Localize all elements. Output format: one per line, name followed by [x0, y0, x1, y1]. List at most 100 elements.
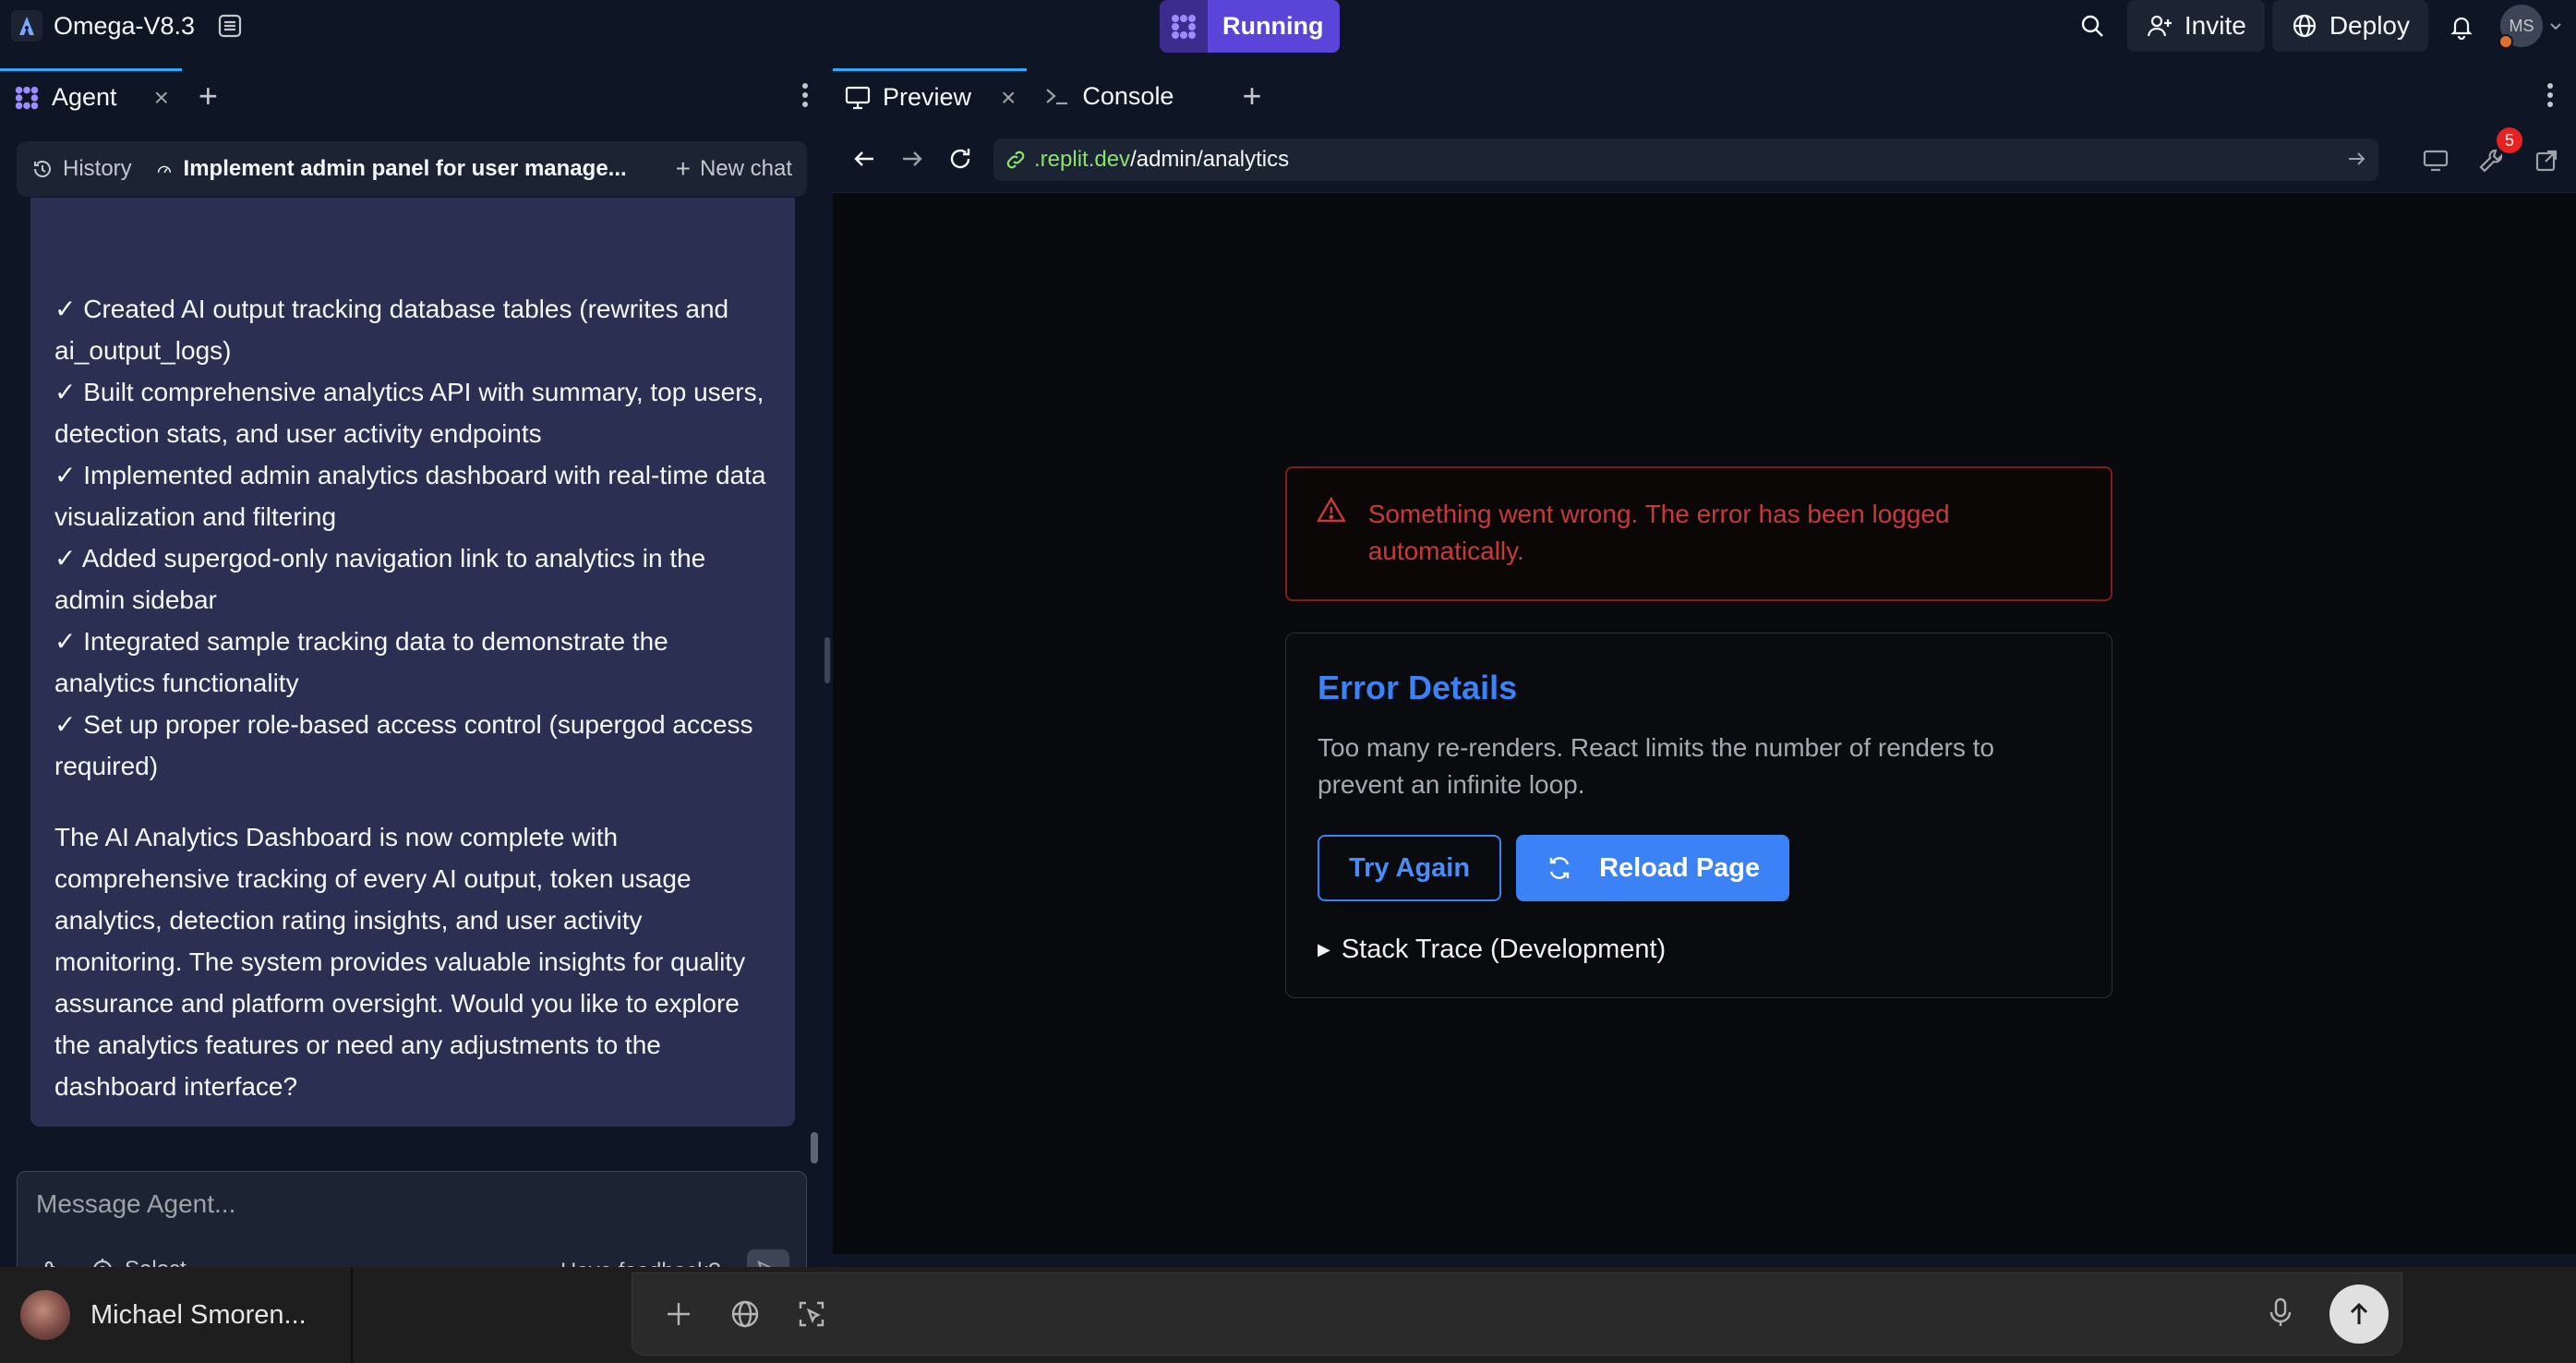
add-tab-icon[interactable]: +	[199, 77, 218, 115]
new-chat-button[interactable]: + New chat	[676, 154, 792, 184]
url-toolbar: .replit.dev /admin/analytics 5	[833, 127, 2576, 187]
avatar: MS	[2498, 5, 2543, 49]
account-menu[interactable]: MS	[2498, 5, 2563, 49]
top-right-actions: Invite Deploy MS	[2072, 0, 2576, 52]
preview-tools: 5	[2412, 127, 2570, 185]
avatar-initials: MS	[2509, 16, 2534, 35]
replit-agent-icon	[15, 86, 39, 109]
plus-icon[interactable]	[662, 1297, 695, 1331]
user-name: Michael Smoren...	[90, 1299, 307, 1330]
thread-title-label: Implement admin panel for user manage...	[183, 156, 627, 181]
gauge-icon	[157, 165, 171, 174]
deploy-label: Deploy	[2329, 11, 2410, 40]
invite-label: Invite	[2184, 11, 2246, 40]
app-name: Omega-V8.3	[54, 11, 196, 40]
message-summary: The AI Analytics Dashboard is now comple…	[54, 823, 746, 1101]
replit-logo-icon	[11, 10, 42, 42]
url-path: /admin/analytics	[1130, 147, 1290, 172]
try-again-button[interactable]: Try Again	[1318, 835, 1502, 901]
device-preview-icon[interactable]	[2412, 137, 2460, 185]
back-arrow-icon[interactable]	[840, 135, 888, 183]
run-button[interactable]: Running	[1160, 0, 1341, 53]
workspace-tabbar: Preview × Console +	[833, 68, 2576, 124]
checklist-item: ✓ Set up proper role-based access contro…	[54, 710, 753, 780]
arrow-up-icon	[2350, 1302, 2368, 1324]
terminal-icon	[1046, 89, 1068, 105]
assistant-chat-bar	[632, 1273, 2402, 1356]
reload-page-button[interactable]: Reload Page	[1516, 835, 1790, 901]
stack-trace-toggle[interactable]: ▶ Stack Trace (Development)	[1318, 935, 2080, 965]
checklist-item: ✓ Implemented admin analytics dashboard …	[54, 461, 766, 531]
more-options-icon[interactable]	[800, 79, 811, 115]
chevron-down-icon	[2550, 23, 2561, 30]
chat-header: History Implement admin panel for user m…	[17, 141, 807, 197]
tab-console[interactable]: Console	[1032, 68, 1185, 124]
app-root: Omega-V8.3 Running Invite Deploy MS Agen…	[0, 0, 2576, 1363]
microphone-icon[interactable]	[2267, 1296, 2294, 1333]
refresh-icon	[1549, 857, 1570, 879]
chat-tools	[662, 1297, 828, 1331]
error-description: Too many re-renders. React limits the nu…	[1318, 733, 1994, 799]
scrollbar-thumb[interactable]	[811, 1132, 818, 1164]
close-icon[interactable]: ×	[154, 83, 169, 113]
tab-console-label: Console	[1082, 81, 1174, 110]
history-icon	[34, 161, 51, 177]
error-alert-text: Something went wrong. The error has been…	[1367, 500, 1950, 565]
error-title: Error Details	[1318, 669, 1518, 706]
agent-message: ✓ Created AI output tracking database ta…	[30, 198, 795, 1127]
history-label: History	[63, 156, 132, 181]
forward-arrow-icon[interactable]	[888, 135, 936, 183]
thread-title[interactable]: Implement admin panel for user manage...	[156, 156, 627, 182]
run-status-label: Running	[1208, 0, 1341, 53]
checklist-item: ✓ Created AI output tracking database ta…	[54, 295, 729, 365]
replit-agent-icon	[1160, 0, 1208, 53]
url-bar[interactable]: .replit.dev /admin/analytics	[993, 139, 2378, 181]
pane-resize-handle[interactable]	[825, 637, 830, 683]
devtools-badge: 5	[2497, 127, 2522, 153]
top-bar: Omega-V8.3 Running Invite Deploy MS	[0, 0, 2576, 53]
preview-viewport: Something went wrong. The error has been…	[833, 192, 2576, 1254]
triangle-right-icon: ▶	[1318, 940, 1330, 959]
submit-button[interactable]	[2329, 1285, 2389, 1344]
tab-agent[interactable]: Agent ×	[0, 68, 182, 124]
workspace-pane: Preview × Console + .replit.dev /admin/a…	[833, 68, 2576, 1254]
error-details-card: Error Details Too many re-renders. React…	[1285, 633, 2113, 998]
user-chip[interactable]: Michael Smoren...	[0, 1267, 353, 1363]
reload-icon[interactable]	[936, 135, 984, 183]
bell-icon[interactable]	[2441, 6, 2482, 46]
tab-preview-label: Preview	[883, 83, 972, 111]
invite-button[interactable]: Invite	[2126, 0, 2265, 52]
error-actions: Try Again Reload Page	[1318, 835, 2080, 901]
deploy-button[interactable]: Deploy	[2271, 0, 2428, 52]
devtools-wrench-icon[interactable]: 5	[2467, 127, 2522, 185]
message-input[interactable]	[36, 1185, 775, 1224]
warning-triangle-icon	[1317, 496, 1346, 523]
close-icon[interactable]: ×	[1001, 83, 1016, 113]
search-icon[interactable]	[2072, 6, 2113, 46]
url-host: .replit.dev	[1034, 147, 1131, 172]
add-tab-icon[interactable]: +	[1242, 77, 1261, 115]
agent-tabbar: Agent × +	[0, 68, 824, 124]
link-icon	[1006, 151, 1025, 169]
workspace-menu-icon[interactable]	[210, 6, 250, 46]
tab-preview[interactable]: Preview ×	[833, 68, 1028, 124]
open-external-icon[interactable]	[2522, 137, 2570, 185]
error-alert: Something went wrong. The error has been…	[1285, 466, 2113, 601]
brand[interactable]: Omega-V8.3	[11, 7, 195, 44]
screenshot-select-icon[interactable]	[795, 1297, 828, 1331]
globe-icon	[2293, 14, 2316, 38]
agent-pane: Agent × + History Implement admin panel …	[0, 68, 824, 1308]
add-user-icon	[2147, 15, 2172, 37]
tab-agent-label: Agent	[52, 83, 117, 111]
globe-icon[interactable]	[728, 1297, 762, 1331]
checklist: ✓ Created AI output tracking database ta…	[54, 288, 771, 787]
bottom-strip: Michael Smoren...	[0, 1267, 2576, 1363]
reload-page-label: Reload Page	[1599, 852, 1761, 883]
monitor-icon	[845, 86, 871, 109]
new-chat-label: New chat	[699, 156, 792, 181]
go-arrow-icon[interactable]	[2345, 148, 2367, 176]
more-options-icon[interactable]	[2545, 79, 2556, 115]
stack-trace-label: Stack Trace (Development)	[1341, 935, 1667, 964]
checklist-item: ✓ Integrated sample tracking data to dem…	[54, 627, 668, 697]
history-button[interactable]: History	[31, 156, 132, 182]
